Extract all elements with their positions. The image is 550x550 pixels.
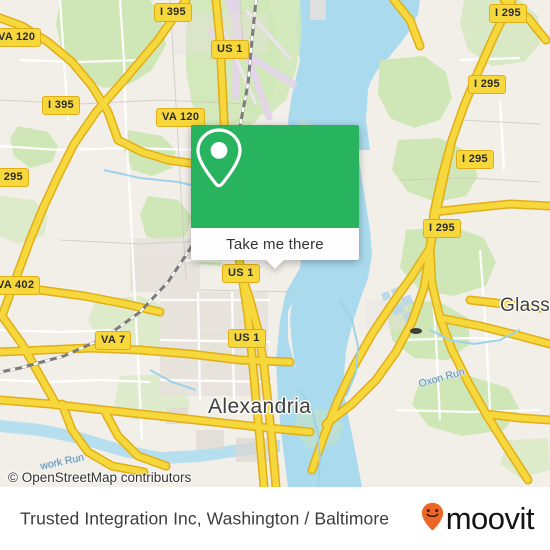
road-shield: I 295: [423, 219, 461, 238]
footer-bar: Trusted Integration Inc, Washington / Ba…: [0, 487, 550, 550]
popup-tail: [266, 260, 284, 269]
road-shield: I 295: [468, 75, 506, 94]
map-canvas[interactable]: I 395 VA 120 US 1I 395 VA 120 I 295 I 295 I 29…: [0, 0, 550, 487]
road-shield: US 1: [211, 40, 249, 59]
take-me-there-button[interactable]: Take me there: [226, 236, 324, 253]
moovit-logo[interactable]: moovit: [421, 501, 535, 536]
road-shield: US 1: [222, 264, 260, 283]
osm-attribution[interactable]: © OpenStreetMap contributors: [8, 470, 191, 485]
road-shield: VA 7: [95, 331, 132, 350]
footer-map-watermark: [0, 487, 550, 492]
place-label: Glassm: [500, 295, 550, 316]
moovit-wordmark: moovit: [445, 501, 535, 536]
road-shield: US 1: [228, 329, 266, 348]
popup-action-panel[interactable]: Take me there: [191, 228, 359, 269]
road-shield: I 295: [456, 150, 494, 169]
road-shield: VA 120: [0, 28, 42, 47]
road-shield: I 395: [154, 3, 192, 22]
road-shield: I 295: [0, 168, 29, 187]
page-title: Trusted Integration Inc, Washington / Ba…: [20, 508, 390, 528]
road-shield: I 295: [489, 4, 527, 23]
map-screenshot: I 395 VA 120 US 1I 395 VA 120 I 295 I 295 I 29…: [0, 0, 550, 550]
location-popup[interactable]: Take me there: [191, 125, 359, 269]
popup-pin-panel: [191, 125, 359, 228]
road-shield: VA 402: [0, 276, 41, 295]
place-label: Alexandria: [208, 395, 312, 418]
road-shield: I 395: [42, 96, 80, 115]
moovit-smiley-pin-icon: [421, 502, 444, 536]
